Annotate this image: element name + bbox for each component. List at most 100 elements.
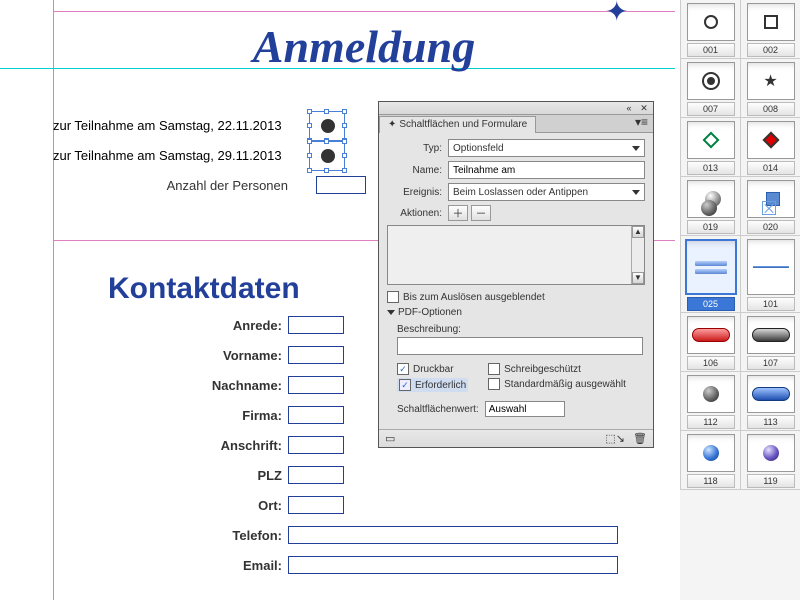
field-nachname[interactable]: [288, 376, 344, 394]
wert-label: Schaltflächenwert:: [397, 404, 479, 415]
field-anrede[interactable]: [288, 316, 344, 334]
beschreibung-label: Beschreibung:: [397, 324, 645, 335]
standard-checkbox[interactable]: [488, 378, 500, 390]
contact-heading: Kontaktdaten: [108, 272, 300, 306]
panel-titlebar[interactable]: « ✕: [379, 102, 653, 115]
buttons-forms-panel: « ✕ ✦Schaltflächen und Formulare ▾≡ Typ:…: [378, 101, 654, 448]
field-firma[interactable]: [288, 406, 344, 424]
label-plz: PLZ: [53, 468, 288, 483]
swatch-025-selected[interactable]: [685, 239, 737, 295]
hidden-until-label: Bis zum Auslösen ausgeblendet: [403, 292, 545, 303]
label-telefon: Telefon:: [53, 528, 288, 543]
field-plz[interactable]: [288, 466, 344, 484]
typ-label: Typ:: [387, 143, 442, 154]
scrollbar[interactable]: ▲ ▼: [631, 226, 644, 284]
schreibgeschuetzt-checkbox[interactable]: [488, 363, 500, 375]
swatch-007[interactable]: [687, 62, 735, 100]
druckbar-checkbox[interactable]: [397, 363, 409, 375]
field-ort[interactable]: [288, 496, 344, 514]
radio-option-2[interactable]: [312, 142, 344, 170]
persons-input[interactable]: [316, 176, 366, 194]
panel-close-icon[interactable]: ✕: [638, 104, 650, 113]
panel-menu-icon[interactable]: ▾≡: [635, 117, 649, 129]
margin-guide-top: [53, 0, 675, 12]
swatch-001[interactable]: [687, 3, 735, 41]
label-anschrift: Anschrift:: [53, 438, 288, 453]
swatch-119[interactable]: [747, 434, 795, 472]
chevron-down-icon: [632, 146, 640, 151]
swatch-019[interactable]: [687, 180, 735, 218]
field-email[interactable]: [288, 556, 618, 574]
swatch-num: 008: [747, 102, 795, 116]
field-vorname[interactable]: [288, 346, 344, 364]
swatch-num: 002: [747, 43, 795, 57]
ereignis-label: Ereignis:: [387, 187, 442, 198]
label-ort: Ort:: [53, 498, 288, 513]
swatch-014[interactable]: [747, 121, 795, 159]
swatch-num: 014: [747, 161, 795, 175]
druckbar-label: Druckbar: [413, 364, 454, 375]
swatch-106[interactable]: [687, 316, 735, 354]
standard-label: Standardmäßig ausgewählt: [504, 379, 626, 390]
swatch-num: 001: [687, 43, 735, 57]
preview-icon[interactable]: ▭: [385, 432, 395, 445]
participation-line-2: zur Teilnahme am Samstag, 29.11.2013: [53, 148, 282, 163]
swatch-113[interactable]: [747, 375, 795, 413]
tab-buttons-forms[interactable]: ✦Schaltflächen und Formulare: [379, 116, 536, 133]
swatch-num: 119: [747, 474, 795, 488]
chevron-down-icon: [632, 190, 640, 195]
erforderlich-checkbox[interactable]: [399, 379, 411, 391]
swatch-num: 106: [687, 356, 735, 370]
hidden-until-checkbox[interactable]: [387, 291, 399, 303]
typ-select[interactable]: Optionsfeld: [448, 139, 645, 157]
swatch-112[interactable]: [687, 375, 735, 413]
radio-dot-icon: [321, 119, 335, 133]
label-anrede: Anrede:: [53, 318, 288, 333]
name-input[interactable]: [448, 161, 645, 179]
add-action-button[interactable]: ＋: [448, 205, 468, 221]
swatch-num: 019: [687, 220, 735, 234]
swatch-008[interactable]: ★: [747, 62, 795, 100]
wert-input[interactable]: [485, 401, 565, 417]
swatch-num: 107: [747, 356, 795, 370]
swatch-num: 118: [687, 474, 735, 488]
label-email: Email:: [53, 558, 288, 573]
swatch-002[interactable]: [747, 3, 795, 41]
schreibgeschuetzt-label: Schreibgeschützt: [504, 364, 581, 375]
scroll-down-icon[interactable]: ▼: [632, 272, 644, 284]
swatch-101[interactable]: [747, 239, 795, 295]
field-anschrift[interactable]: [288, 436, 344, 454]
swatch-013[interactable]: [687, 121, 735, 159]
aktionen-label: Aktionen:: [387, 208, 442, 219]
radio-dot-icon: [321, 149, 335, 163]
swatch-num: 101: [747, 297, 795, 311]
trash-icon[interactable]: 🗑: [633, 432, 647, 445]
beschreibung-input[interactable]: [397, 337, 643, 355]
convert-icon[interactable]: ⬚↘: [605, 432, 625, 445]
erforderlich-label: Erforderlich: [415, 380, 466, 391]
library-panel: 001 002 007 ★008 013 014 019 020 025 101…: [680, 0, 800, 600]
swatch-num: 007: [687, 102, 735, 116]
actions-listbox[interactable]: ▲ ▼: [387, 225, 645, 285]
swatch-020[interactable]: [747, 180, 795, 218]
ereignis-select[interactable]: Beim Loslassen oder Antippen: [448, 183, 645, 201]
chevron-down-icon: [387, 310, 395, 315]
scroll-up-icon[interactable]: ▲: [632, 226, 644, 238]
field-telefon[interactable]: [288, 526, 618, 544]
remove-action-button[interactable]: －: [471, 205, 491, 221]
label-firma: Firma:: [53, 408, 288, 423]
persons-label: Anzahl der Personen: [53, 178, 288, 193]
pdf-options-toggle[interactable]: PDF-Optionen: [387, 307, 645, 318]
swatch-num: 113: [747, 415, 795, 429]
swatch-num: 112: [687, 415, 735, 429]
panel-collapse-icon[interactable]: «: [623, 104, 635, 113]
swatch-118[interactable]: [687, 434, 735, 472]
decorative-badge: ✦: [605, 0, 645, 15]
participation-line-1: zur Teilnahme am Samstag, 22.11.2013: [53, 118, 282, 133]
swatch-num: 020: [747, 220, 795, 234]
radio-option-1[interactable]: [312, 112, 344, 140]
label-nachname: Nachname:: [53, 378, 288, 393]
swatch-107[interactable]: [747, 316, 795, 354]
page-title: Anmeldung: [53, 20, 675, 73]
swatch-num: 025: [687, 297, 735, 311]
